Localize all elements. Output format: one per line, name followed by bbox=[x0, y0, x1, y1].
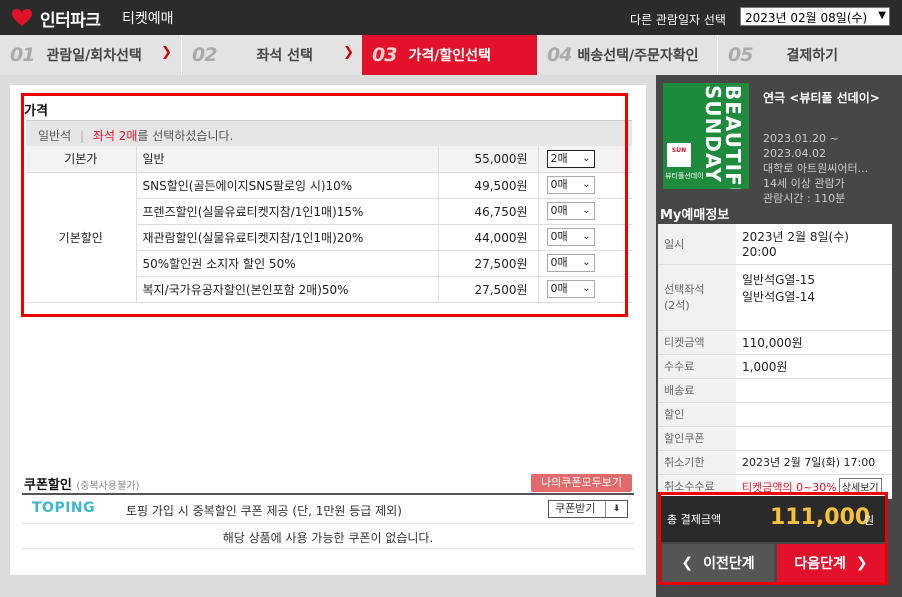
coupon-description: 토핑 가입 시 중복할인 쿠폰 제공 (단, 1만원 등급 제외) bbox=[126, 504, 402, 518]
info-key: 수수료 bbox=[658, 354, 736, 379]
table-row: 할인쿠폰 bbox=[658, 426, 892, 451]
table-row: 일시 2023년 2월 8일(수) 20:00 bbox=[658, 224, 892, 265]
table-row: 선택좌석 (2석) 일반석G열-15 일반석G열-14 bbox=[658, 264, 892, 331]
get-coupon-label: 쿠폰받기 bbox=[555, 502, 596, 515]
info-key: 일시 bbox=[658, 224, 736, 265]
poster-title: BEAUTIFUL SUNDAY bbox=[701, 85, 745, 189]
show-venue: 대학로 아트원씨어터... bbox=[763, 162, 869, 175]
coupon-title-note: (중복사용불가) bbox=[76, 481, 140, 492]
step-number: 04 bbox=[547, 44, 572, 66]
seat-count-key: (2석) bbox=[664, 299, 690, 312]
chevron-right-icon: ❯ bbox=[343, 45, 354, 60]
info-value bbox=[736, 426, 892, 451]
seat-2: 일반석G열-14 bbox=[742, 289, 816, 304]
show-runtime: 관람시간 : 110분 bbox=[763, 192, 846, 205]
coupon-bottom-divider bbox=[22, 548, 634, 549]
info-key: 선택좌석 (2석) bbox=[658, 264, 736, 331]
step-label: 관람일/회차선택 bbox=[46, 48, 142, 64]
step-label: 결제하기 bbox=[786, 48, 838, 64]
step-5[interactable]: 05 결제하기 bbox=[718, 35, 890, 75]
step-number: 02 bbox=[192, 44, 217, 66]
coupon-title-text: 쿠폰할인 bbox=[24, 478, 72, 493]
my-coupons-button[interactable]: 나의쿠폰모두보기 bbox=[531, 474, 632, 492]
show-title: 연극 <뷰티풀 선데이> bbox=[763, 91, 880, 105]
table-row: 취소기한 2023년 2월 7일(화) 17:00 bbox=[658, 450, 892, 475]
info-key: 티켓금액 bbox=[658, 330, 736, 355]
poster-caption: 뷰티풀선데이 bbox=[665, 172, 704, 180]
show-info: 2023.01.20 ~ 2023.04.02 대학로 아트원씨어터... 14… bbox=[763, 131, 868, 206]
step-number: 01 bbox=[10, 44, 35, 66]
toping-logo: TOPING bbox=[32, 500, 96, 516]
chevron-down-icon: ▼ bbox=[878, 10, 886, 21]
show-poster: BEAUTIFUL SUNDAY SUN 뷰티풀선데이 bbox=[663, 83, 749, 189]
heart-logo-icon bbox=[12, 9, 32, 26]
coupon-row-divider bbox=[22, 523, 634, 524]
info-value: 110,000원 bbox=[736, 330, 892, 355]
total-highlight-box bbox=[658, 492, 888, 585]
show-period-start: 2023.01.20 ~ bbox=[763, 132, 839, 145]
table-row: 수수료 1,000원 bbox=[658, 354, 892, 379]
date-select[interactable]: 2023년 02월 08일(수) ▼ bbox=[740, 7, 890, 26]
download-icon: ⬇ bbox=[605, 501, 627, 517]
info-value: 2023년 2월 7일(화) 17:00 bbox=[736, 450, 892, 475]
table-row: 배송료 bbox=[658, 378, 892, 403]
info-key: 배송료 bbox=[658, 378, 736, 403]
info-value: 2023년 2월 8일(수) 20:00 bbox=[736, 224, 892, 265]
table-row: 할인 bbox=[658, 402, 892, 427]
seat-key: 선택좌석 bbox=[664, 283, 705, 296]
show-period-end: 2023.04.02 bbox=[763, 147, 826, 160]
coupon-empty-message: 해당 상품에 사용 가능한 쿠폰이 없습니다. bbox=[222, 531, 434, 545]
step-label: 좌석 선택 bbox=[256, 48, 313, 64]
poster-badge-text: SUN bbox=[671, 147, 687, 154]
info-value: 일반석G열-15 일반석G열-14 bbox=[736, 264, 892, 331]
step-2[interactable]: 02 좌석 선택 ❯ bbox=[182, 35, 362, 75]
date-select-label: 다른 관람일자 선택 bbox=[630, 13, 726, 27]
info-key: 할인쿠폰 bbox=[658, 426, 736, 451]
step-label: 배송선택/주문자확인 bbox=[577, 48, 699, 64]
seat-1: 일반석G열-15 bbox=[742, 272, 816, 287]
step-navigation: 01 관람일/회차선택 ❯ 02 좌석 선택 ❯ 03 가격/할인선택 04 배… bbox=[0, 35, 902, 75]
show-age: 14세 이상 관람가 bbox=[763, 177, 845, 190]
chevron-right-icon: ❯ bbox=[161, 45, 172, 60]
my-booking-table: 일시 2023년 2월 8일(수) 20:00 선택좌석 (2석) 일반석G열-15… bbox=[658, 224, 892, 499]
coupon-section-title: 쿠폰할인 (중복사용불가) bbox=[24, 474, 139, 493]
my-booking-title: My예매정보 bbox=[660, 208, 730, 223]
logo-text: 인터파크 bbox=[40, 11, 101, 31]
step-number: 05 bbox=[728, 44, 753, 66]
table-row: 티켓금액 110,000원 bbox=[658, 330, 892, 355]
poster-badge: SUN bbox=[667, 143, 691, 167]
date-select-value: 2023년 02월 08일(수) bbox=[745, 11, 868, 25]
step-4[interactable]: 04 배송선택/주문자확인 bbox=[537, 35, 717, 75]
step-3-active[interactable]: 03 가격/할인선택 bbox=[362, 35, 537, 75]
coupon-divider bbox=[22, 493, 634, 495]
info-value bbox=[736, 402, 892, 427]
date-value: 2023년 2월 8일(수) bbox=[742, 230, 849, 245]
info-key: 취소기한 bbox=[658, 450, 736, 475]
info-key: 할인 bbox=[658, 402, 736, 427]
price-highlight-box bbox=[21, 93, 628, 317]
time-value: 20:00 bbox=[742, 245, 777, 260]
info-value: 1,000원 bbox=[736, 354, 892, 379]
info-value bbox=[736, 378, 892, 403]
get-coupon-button[interactable]: 쿠폰받기 ⬇ bbox=[548, 500, 628, 518]
step-label: 가격/할인선택 bbox=[408, 48, 491, 64]
logo-subtitle: 티켓예매 bbox=[122, 11, 174, 27]
step-1[interactable]: 01 관람일/회차선택 ❯ bbox=[0, 35, 180, 75]
step-number: 03 bbox=[372, 44, 397, 66]
